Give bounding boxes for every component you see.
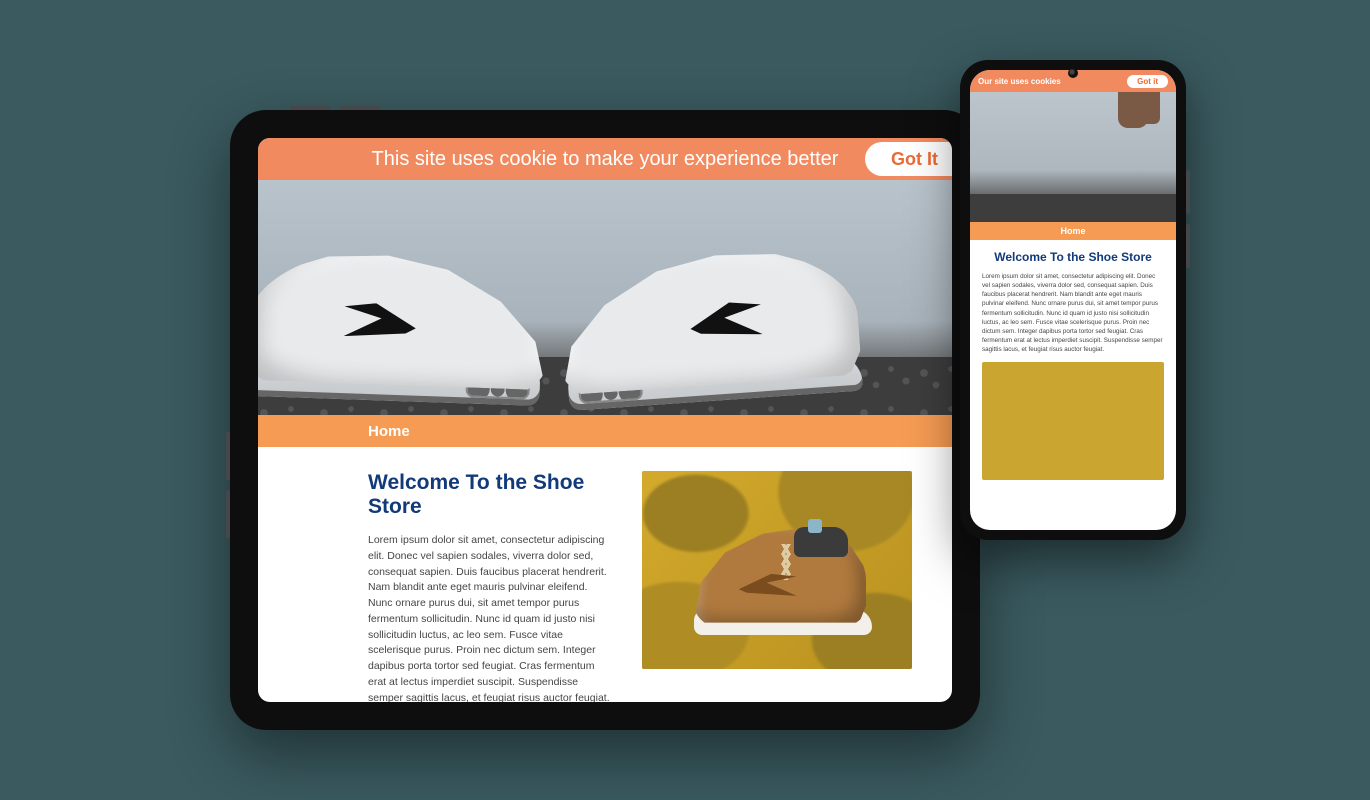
phone-screen: Our site uses cookies Got it Home Welcom…: [970, 70, 1176, 530]
main-content: Welcome To the Shoe Store Lorem ipsum do…: [970, 240, 1176, 362]
nav-home-link[interactable]: Home: [368, 423, 410, 440]
page-body-text: Lorem ipsum dolor sit amet, consectetur …: [982, 272, 1164, 354]
hero-shoe-right: [553, 237, 863, 408]
phone-camera-icon: [1068, 68, 1078, 78]
main-content: Welcome To the Shoe Store Lorem ipsum do…: [258, 447, 952, 702]
tablet-device-frame: This site uses cookie to make your exper…: [230, 110, 980, 730]
hero-image: [258, 180, 952, 415]
cookie-banner-text: Our site uses cookies: [978, 77, 1061, 86]
primary-nav: Home: [970, 222, 1176, 240]
product-image: [982, 362, 1164, 480]
product-image: [642, 471, 912, 669]
product-shoe-icon: [982, 362, 1102, 438]
page-title: Welcome To the Shoe Store: [368, 471, 612, 519]
tablet-screen: This site uses cookie to make your exper…: [258, 138, 952, 702]
cookie-accept-button[interactable]: Got it: [1127, 75, 1168, 88]
page-body-text: Lorem ipsum dolor sit amet, consectetur …: [368, 533, 612, 702]
nav-home-link[interactable]: Home: [1060, 226, 1085, 236]
cookie-banner-text: This site uses cookie to make your exper…: [372, 148, 839, 171]
hero-shoe-left: [258, 242, 551, 402]
cookie-accept-button[interactable]: Got It: [865, 142, 952, 176]
phone-device-frame: Our site uses cookies Got it Home Welcom…: [960, 60, 1186, 540]
primary-nav: Home: [258, 415, 952, 447]
product-shoe-icon: [694, 523, 866, 629]
page-title: Welcome To the Shoe Store: [982, 250, 1164, 264]
hero-image: [970, 92, 1176, 222]
hero-shoe-right: [1063, 133, 1176, 221]
cookie-banner: This site uses cookie to make your exper…: [258, 138, 952, 180]
